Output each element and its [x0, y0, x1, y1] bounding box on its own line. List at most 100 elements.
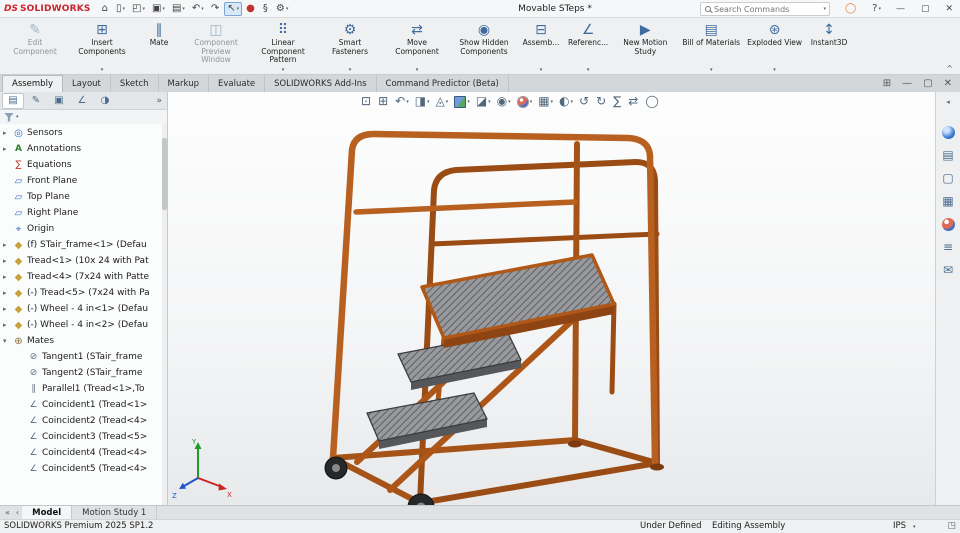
ribbon-button[interactable]: ⚙ Smart Fasteners ▾	[317, 20, 383, 74]
view-toolbar-button[interactable]: ◬ ▾	[433, 94, 452, 109]
panel-tab[interactable]: ▣	[48, 93, 70, 109]
tree-item[interactable]: ∥ Parallel1 (Tread<1>,To	[0, 381, 167, 397]
quick-access-button[interactable]: ↷	[208, 2, 223, 16]
titlebar-button[interactable]: ? ▾	[869, 2, 884, 16]
panel-tab[interactable]: ◑	[94, 93, 116, 109]
units-selector[interactable]: IPS	[893, 521, 906, 531]
panel-tab[interactable]: ✎	[25, 93, 47, 109]
panel-tab[interactable]: ▤	[2, 92, 24, 109]
minimize-doc-icon[interactable]: —	[902, 78, 912, 89]
tree-item[interactable]: ▸ A Annotations	[0, 141, 167, 157]
ribbon-button[interactable]: ⇄ Move Component ▾	[384, 20, 450, 74]
search-commands-box[interactable]: ▾	[700, 2, 830, 16]
tree-item[interactable]: ∠ Coincident1 (Tread<1>	[0, 397, 167, 413]
quick-access-button[interactable]: §	[260, 2, 272, 16]
tree-item[interactable]: ▸ ◆ (-) Wheel - 4 in<1> (Defau	[0, 301, 167, 317]
window-control-button[interactable]: ▢	[918, 2, 933, 16]
appearances-scenes-icon[interactable]	[941, 218, 955, 231]
expand-panel-icon[interactable]: ⊞	[883, 78, 891, 89]
ribbon-collapse-button[interactable]: ^	[946, 64, 953, 73]
tree-item[interactable]: ▸ ◆ (f) STair_frame<1> (Defau	[0, 237, 167, 253]
ribbon-button[interactable]: ▤ Bill of Materials ▾	[679, 20, 743, 74]
solidworks-resources-icon[interactable]	[941, 126, 955, 139]
expand-arrow-icon[interactable]: ▸	[3, 305, 12, 313]
study-tab[interactable]: Motion Study 1	[72, 506, 158, 519]
expand-arrow-icon[interactable]: ▸	[3, 273, 12, 281]
ribbon-button[interactable]: ⊟ Assemb... ▾	[518, 20, 564, 74]
tab-scroll-left-icon[interactable]: «	[2, 506, 13, 519]
panel-overflow-button[interactable]: »	[153, 96, 165, 106]
ribbon-button[interactable]: ◉ Show Hidden Components	[451, 20, 517, 74]
view-toolbar-button[interactable]: ◨ ▾	[412, 94, 433, 109]
tree-scrollbar-thumb[interactable]	[162, 138, 167, 210]
tree-item[interactable]: ▾ ⊕ Mates	[0, 333, 167, 349]
expand-arrow-icon[interactable]: ▸	[3, 289, 12, 297]
file-explorer-icon[interactable]: ▢	[942, 172, 953, 185]
wheel-front-left[interactable]	[324, 456, 348, 480]
movable-steps-model[interactable]	[324, 130, 664, 505]
tree-item[interactable]: ▸ ◎ Sensors	[0, 125, 167, 141]
tree-item[interactable]: ▱ Right Plane	[0, 205, 167, 221]
view-toolbar-button[interactable]: ◉ ▾	[494, 94, 514, 109]
window-control-button[interactable]: ✕	[942, 2, 956, 16]
tree-item[interactable]: ∑ Equations	[0, 157, 167, 173]
expand-arrow-icon[interactable]: ▸	[3, 145, 12, 153]
tab-scroll-right-icon[interactable]: ‹	[13, 506, 22, 519]
view-toolbar-button[interactable]: ↶ ▾	[392, 94, 412, 109]
ribbon-button[interactable]: ∥ Mate	[136, 20, 182, 74]
tree-item[interactable]: ▱ Front Plane	[0, 173, 167, 189]
restore-doc-icon[interactable]: ▢	[923, 78, 932, 89]
custom-properties-icon[interactable]: ≡	[943, 241, 953, 254]
tree-item[interactable]: ⊘ Tangent1 (STair_frame	[0, 349, 167, 365]
filter-icon[interactable]	[4, 112, 14, 122]
ribbon-tab[interactable]: Command Predictor (Beta)	[377, 75, 509, 92]
quick-access-button[interactable]: ↖ ▾	[224, 1, 243, 16]
view-toolbar-button[interactable]: ◐ ▾	[556, 94, 576, 109]
view-toolbar-button[interactable]: ◯	[642, 94, 662, 109]
ribbon-button[interactable]: ▶ New Motion Study	[612, 20, 678, 74]
view-toolbar-button[interactable]: ⊡	[358, 94, 375, 109]
view-toolbar-button[interactable]: ⇄	[625, 94, 642, 109]
quick-access-button[interactable]: ●	[243, 2, 259, 16]
ribbon-button[interactable]: ◫ Component Preview Window	[183, 20, 249, 74]
tree-item[interactable]: ▸ ◆ (-) Tread<5> (7x24 with Pa	[0, 285, 167, 301]
study-tab[interactable]: Model	[22, 506, 73, 519]
close-doc-icon[interactable]: ✕	[944, 78, 952, 89]
expand-arrow-icon[interactable]: ▸	[3, 257, 12, 265]
tree-item[interactable]: ▱ Top Plane	[0, 189, 167, 205]
tree-item[interactable]: ▸ ◆ (-) Wheel - 4 in<2> (Defau	[0, 317, 167, 333]
quick-access-button[interactable]: ⌂	[99, 2, 112, 16]
model-viewport[interactable]: Y X Z	[168, 92, 935, 505]
view-palette-icon[interactable]: ▦	[942, 195, 953, 208]
expand-arrow-icon[interactable]: ▾	[3, 337, 12, 345]
tree-item[interactable]: ▸ ◆ Tread<4> (7x24 with Patte	[0, 269, 167, 285]
quick-access-button[interactable]: ◰ ▾	[129, 2, 148, 16]
panel-tab[interactable]: ∠	[71, 93, 93, 109]
design-library-icon[interactable]: ▤	[942, 149, 953, 162]
ribbon-button[interactable]: ✎ Edit Component	[2, 20, 68, 74]
tree-item[interactable]: ⌖ Origin	[0, 221, 167, 237]
quick-access-button[interactable]: ▤ ▾	[169, 2, 188, 16]
view-toolbar-button[interactable]: ▾	[451, 95, 473, 109]
solidworks-forum-icon[interactable]: ✉	[943, 264, 953, 277]
view-toolbar-button[interactable]: ▾	[514, 95, 536, 109]
search-caret-icon[interactable]: ▾	[823, 6, 826, 12]
tree-item[interactable]: ▸ ◆ Tread<1> (10x 24 with Pat	[0, 253, 167, 269]
view-toolbar-button[interactable]: ↻	[593, 94, 610, 109]
expand-arrow-icon[interactable]: ▸	[3, 129, 12, 137]
tree-item[interactable]: ∠ Coincident3 (Tread<5>	[0, 429, 167, 445]
view-toolbar-button[interactable]: ↺	[576, 94, 593, 109]
tree-item[interactable]: ⊘ Tangent2 (STair_frame	[0, 365, 167, 381]
quick-access-button[interactable]: ↶ ▾	[189, 2, 207, 16]
ribbon-button[interactable]: ∠ Referenc... ▾	[565, 20, 611, 74]
ribbon-button[interactable]: ⊛ Exploded View ▾	[744, 20, 805, 74]
ribbon-tab[interactable]: Layout	[63, 75, 111, 92]
units-caret-icon[interactable]: ▾	[913, 524, 916, 530]
titlebar-button[interactable]: ◯	[842, 2, 860, 16]
view-toolbar-button[interactable]: ▦ ▾	[535, 94, 556, 109]
ribbon-button[interactable]: ⊞ Insert Components ▾	[69, 20, 135, 74]
quick-access-button[interactable]: ⚙ ▾	[273, 2, 291, 16]
status-panel-icon[interactable]: ◳	[947, 521, 956, 531]
window-control-button[interactable]: —	[893, 2, 908, 16]
ribbon-tab[interactable]: Evaluate	[209, 75, 266, 92]
